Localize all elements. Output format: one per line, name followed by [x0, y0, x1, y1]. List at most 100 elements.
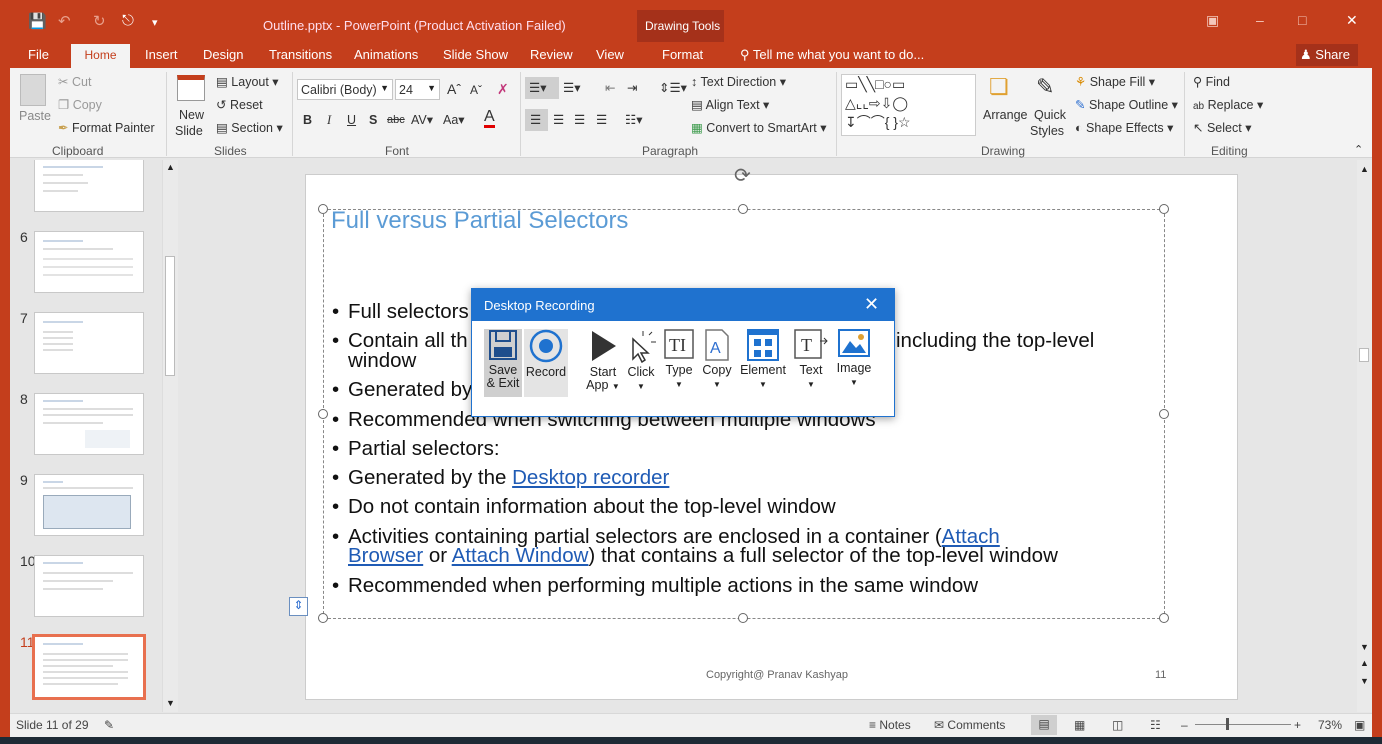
undo-icon[interactable]: ↶ [58, 12, 71, 30]
arrange-button[interactable]: Arrange [983, 108, 1027, 122]
image-button[interactable]: Image ▼ [834, 329, 874, 389]
thumbnail-scrollbar[interactable]: ▲ ▼ [162, 160, 178, 712]
font-family-select[interactable]: Calibri (Body) ▼ [297, 79, 393, 100]
text-direction-button[interactable]: ↕ Text Direction ▾ [691, 74, 786, 89]
desktop-recorder-link[interactable]: Desktop recorder [512, 466, 669, 489]
click-button[interactable]: Click ▼ [624, 329, 658, 393]
redo-icon[interactable]: ↻ [93, 12, 106, 30]
save-icon[interactable]: 💾 [28, 12, 47, 30]
spelling-check-icon[interactable]: ✎ [104, 718, 114, 732]
resize-handle[interactable] [738, 204, 748, 214]
line-spacing-icon[interactable]: ⇕☰▾ [659, 80, 687, 95]
paste-button[interactable]: Paste [19, 109, 51, 123]
resize-handle[interactable] [318, 204, 328, 214]
scroll-up-icon[interactable]: ▲ [1360, 164, 1369, 174]
zoom-slider[interactable] [1195, 724, 1291, 725]
italic-icon[interactable]: I [327, 113, 331, 128]
tab-view[interactable]: View [596, 47, 624, 67]
decrease-indent-icon[interactable]: ⇤ [605, 80, 615, 95]
thumbnail-slide-5[interactable] [34, 160, 144, 212]
start-from-beginning-icon[interactable]: ⎋ [122, 12, 134, 29]
tab-insert[interactable]: Insert [145, 47, 178, 67]
copy-button[interactable]: ❐ Copy [58, 97, 102, 112]
ribbon-display-options-icon[interactable]: ▣ [1206, 12, 1219, 29]
zoom-level[interactable]: 73% [1318, 718, 1342, 732]
thumbnail-slide-7[interactable] [34, 312, 144, 374]
autofit-options-icon[interactable]: ⇕ [289, 597, 308, 616]
tab-home[interactable]: Home [71, 44, 130, 68]
new-slide-icon[interactable] [177, 75, 205, 101]
replace-button[interactable]: ab Replace ▾ [1193, 97, 1263, 112]
font-color-icon[interactable]: A [484, 109, 495, 128]
bold-icon[interactable]: B [303, 113, 312, 127]
tab-file[interactable]: File [28, 47, 49, 67]
layout-button[interactable]: ▤ Layout ▾ [216, 74, 279, 89]
align-right-icon[interactable]: ☰ [574, 112, 585, 127]
arrange-icon[interactable]: ❏ [989, 74, 1009, 100]
next-slide-icon[interactable]: ▼ [1360, 676, 1369, 686]
zoom-slider-thumb[interactable] [1226, 718, 1229, 730]
fit-to-window-icon[interactable]: ▣ [1354, 718, 1365, 732]
shrink-font-icon[interactable]: Aˇ [470, 83, 482, 97]
align-text-button[interactable]: ▤ Align Text ▾ [691, 97, 769, 112]
tab-review[interactable]: Review [530, 47, 573, 67]
shape-outline-button[interactable]: ✎ Shape Outline ▾ [1075, 97, 1178, 112]
quick-styles-icon[interactable]: ✎ [1036, 74, 1054, 100]
save-and-exit-button[interactable]: Save & Exit [484, 329, 522, 397]
character-spacing-icon[interactable]: AV▾ [411, 112, 433, 127]
scroll-down-icon[interactable]: ▼ [166, 698, 175, 708]
underline-icon[interactable]: U [347, 113, 356, 127]
numbering-icon[interactable]: ☰▾ [563, 80, 580, 95]
font-size-select[interactable]: 24 ▼ [395, 79, 440, 100]
increase-indent-icon[interactable]: ⇥ [627, 80, 637, 95]
type-button[interactable]: TI Type ▼ [662, 329, 696, 391]
share-button[interactable]: ♟ Share [1296, 44, 1358, 66]
collapse-ribbon-icon[interactable]: ⌃ [1354, 143, 1363, 156]
record-button[interactable]: Record [524, 329, 568, 397]
slide-sorter-icon[interactable]: ▦ [1074, 718, 1085, 732]
attach-browser-link[interactable]: Browser [348, 544, 423, 567]
find-button[interactable]: ⚲ Find [1193, 74, 1230, 89]
rotate-handle-icon[interactable]: ⟳ [734, 163, 751, 188]
thumbnail-slide-11-selected[interactable] [32, 634, 146, 700]
start-app-button[interactable]: Start App ▼ [584, 329, 622, 393]
cut-button[interactable]: ✂ Cut [58, 74, 91, 89]
bullets-button[interactable]: ☰▾ [525, 77, 559, 99]
maximize-icon[interactable]: □ [1298, 12, 1306, 28]
reading-view-icon[interactable]: ◫ [1112, 718, 1123, 732]
scroll-up-icon[interactable]: ▲ [166, 162, 175, 172]
resize-handle[interactable] [1159, 204, 1169, 214]
tab-design[interactable]: Design [203, 47, 243, 67]
change-case-icon[interactable]: Aa▾ [443, 112, 465, 127]
thumbnail-slide-6[interactable] [34, 231, 144, 293]
shape-effects-button[interactable]: ◐ Shape Effects ▾ [1075, 120, 1173, 135]
center-icon[interactable]: ☰ [553, 112, 564, 127]
previous-slide-icon[interactable]: ▲ [1360, 658, 1369, 668]
slide-show-icon[interactable]: ☷ [1150, 718, 1161, 732]
thumbnail-slide-8[interactable] [34, 393, 144, 455]
text-button[interactable]: T Text ▼ [792, 329, 830, 391]
tab-slide-show[interactable]: Slide Show [443, 47, 508, 67]
tab-animations[interactable]: Animations [354, 47, 418, 67]
resize-handle[interactable] [318, 613, 328, 623]
zoom-out-icon[interactable]: – [1181, 718, 1188, 732]
clear-formatting-icon[interactable]: ✗ [497, 81, 509, 98]
section-button[interactable]: ▤ Section ▾ [216, 120, 283, 135]
quick-styles-button[interactable]: Quick [1034, 108, 1066, 122]
convert-smartart-button[interactable]: ▦ Convert to SmartArt ▾ [691, 120, 827, 135]
normal-view-icon[interactable]: ▤ [1031, 715, 1057, 735]
thumbnail-slide-10[interactable] [34, 555, 144, 617]
shape-fill-button[interactable]: ⚘ Shape Fill ▾ [1075, 74, 1155, 89]
resize-handle[interactable] [318, 409, 328, 419]
slide-scrollbar[interactable]: ▲ ▼ ▲ ▼ [1357, 160, 1372, 712]
comments-button[interactable]: ✉ Comments [934, 718, 1005, 732]
scrollbar-thumb[interactable] [165, 256, 175, 376]
shapes-gallery[interactable]: ▭╲╲□○▭ △⌞⌞⇨⇩◯ ↧⌒⌒{ }☆ [841, 74, 976, 136]
resize-handle[interactable] [1159, 613, 1169, 623]
element-button[interactable]: Element ▼ [738, 329, 788, 391]
paste-icon[interactable] [20, 74, 46, 106]
close-icon[interactable]: ✕ [864, 294, 879, 315]
customize-qat-icon[interactable]: ▾ [152, 16, 158, 29]
attach-window-link[interactable]: Attach Window [452, 544, 589, 567]
close-icon[interactable]: ✕ [1346, 12, 1358, 29]
